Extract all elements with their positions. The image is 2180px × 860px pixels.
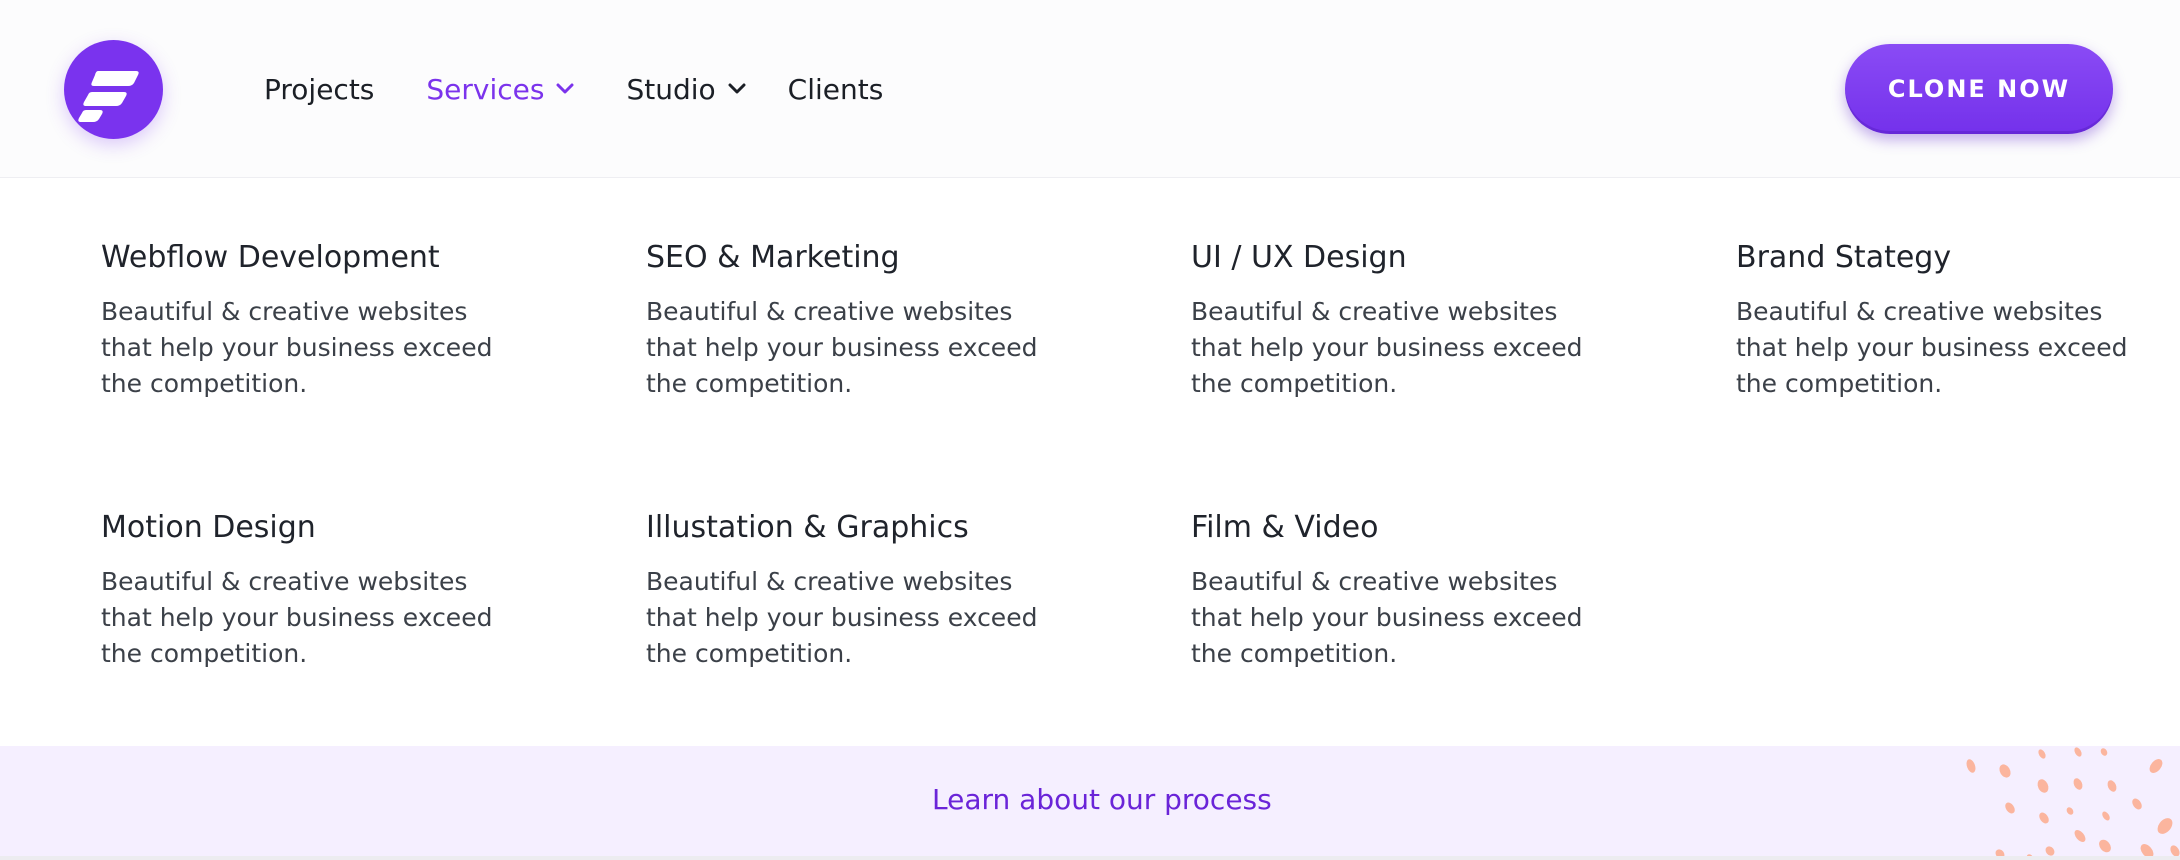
service-item-brand-strategy[interactable]: Brand Stategy Beautiful & creative websi…	[1736, 240, 2156, 402]
nav-projects-label: Projects	[264, 72, 375, 106]
dropdown-footer: Learn about our process	[0, 746, 2180, 860]
service-item-motion-design[interactable]: Motion Design Beautiful & creative websi…	[101, 510, 521, 672]
decorative-dots	[1966, 747, 2180, 856]
logo-f-icon	[78, 71, 139, 122]
service-description: Beautiful & creative websites that help …	[1736, 297, 2128, 398]
learn-process-link[interactable]: Learn about our process	[932, 783, 1272, 816]
service-title: Brand Stategy	[1736, 240, 1952, 275]
service-description: Beautiful & creative websites that help …	[1191, 567, 1583, 668]
service-item-film-video[interactable]: Film & Video Beautiful & creative websit…	[1191, 510, 1611, 672]
service-description: Beautiful & creative websites that help …	[646, 567, 1038, 668]
service-title: UI / UX Design	[1191, 240, 1407, 275]
service-item-illustration-graphics[interactable]: Illustation & Graphics Beautiful & creat…	[646, 510, 1066, 672]
nav-studio-label: Studio	[626, 72, 716, 106]
nav-services-label: Services	[426, 72, 545, 106]
services-dropdown: Webflow Development Beautiful & creative…	[0, 178, 2180, 746]
chevron-down-icon	[728, 83, 746, 94]
chevron-down-icon	[556, 83, 574, 94]
nav-clients-label: Clients	[787, 72, 884, 106]
service-title: SEO & Marketing	[646, 240, 900, 275]
service-item-webflow-development[interactable]: Webflow Development Beautiful & creative…	[101, 240, 521, 402]
service-description: Beautiful & creative websites that help …	[646, 297, 1038, 398]
nav-studio[interactable]: Studio	[626, 72, 746, 106]
nav-clients[interactable]: Clients	[788, 73, 884, 106]
primary-nav: Projects Services Studio Clients	[264, 66, 883, 112]
clone-now-button[interactable]: CLONE NOW	[1845, 44, 2113, 134]
nav-projects[interactable]: Projects	[264, 73, 374, 106]
nav-services[interactable]: Services	[426, 73, 574, 106]
navbar: Projects Services Studio Clients CLONE N…	[0, 0, 2180, 178]
service-item-seo-marketing[interactable]: SEO & Marketing Beautiful & creative web…	[646, 240, 1066, 402]
service-description: Beautiful & creative websites that help …	[101, 297, 493, 398]
service-title: Webflow Development	[101, 240, 440, 275]
service-title: Illustation & Graphics	[646, 510, 969, 545]
logo[interactable]	[64, 40, 163, 139]
service-description: Beautiful & creative websites that help …	[1191, 297, 1583, 398]
service-description: Beautiful & creative websites that help …	[101, 567, 493, 668]
service-title: Motion Design	[101, 510, 316, 545]
service-title: Film & Video	[1191, 510, 1379, 545]
service-item-ui-ux-design[interactable]: UI / UX Design Beautiful & creative webs…	[1191, 240, 1611, 402]
